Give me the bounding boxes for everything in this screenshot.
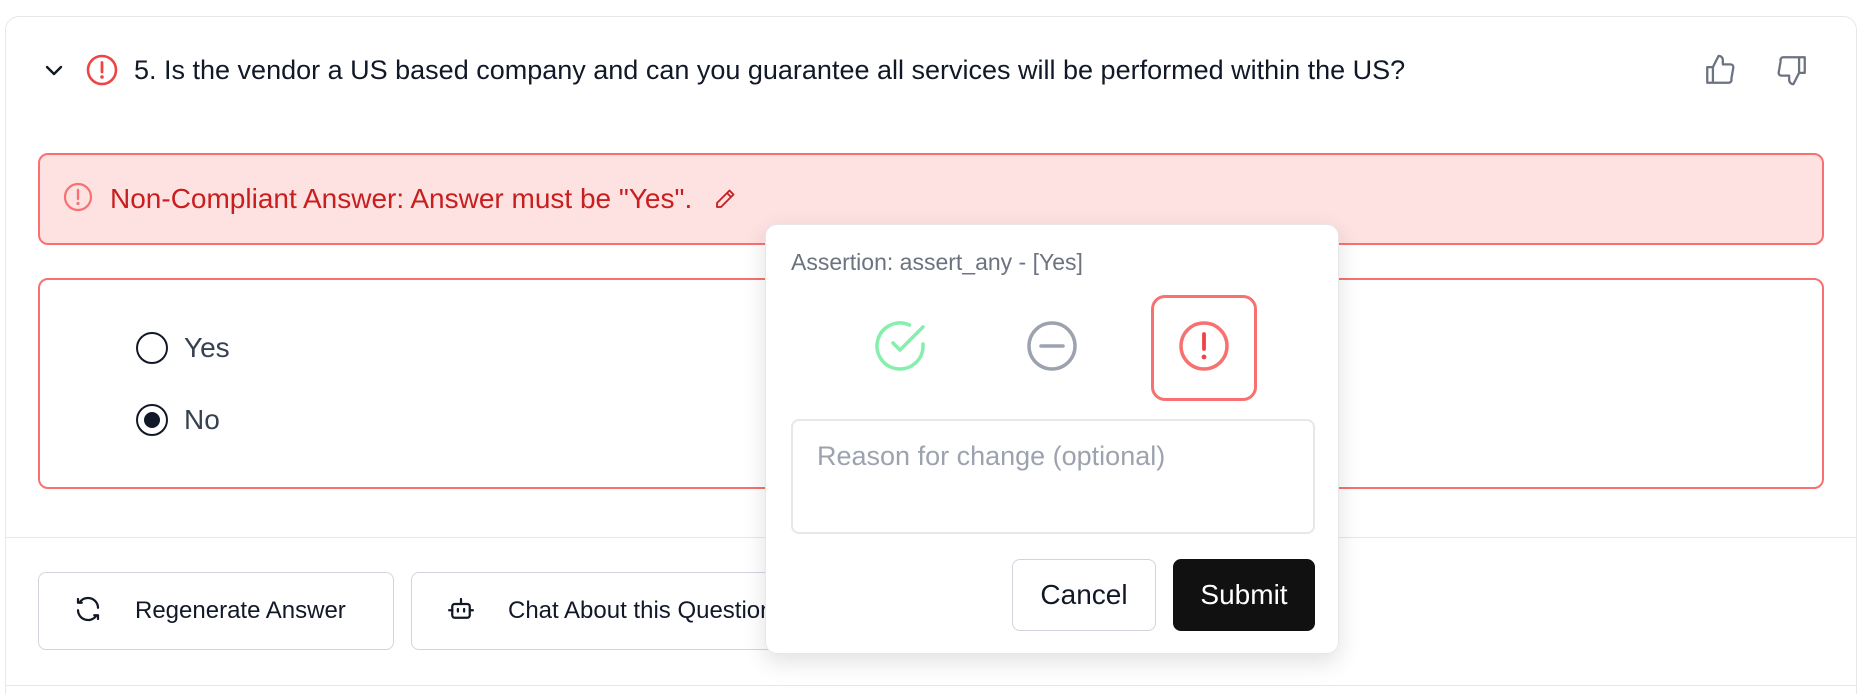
bot-icon [446, 594, 476, 629]
option-yes[interactable]: Yes [136, 332, 230, 364]
assertion-override-popover: Assertion: assert_any - [Yes] Cancel Sub… [765, 224, 1339, 654]
cancel-button[interactable]: Cancel [1012, 559, 1156, 631]
regenerate-label: Regenerate Answer [135, 597, 346, 624]
option-label: No [184, 404, 220, 435]
option-no[interactable]: No [136, 404, 220, 436]
alert-circle-icon [84, 52, 120, 88]
status-fail-option[interactable] [1151, 295, 1257, 401]
divider [5, 685, 1857, 686]
radio-no[interactable] [136, 404, 168, 436]
status-pass-option[interactable] [847, 295, 953, 401]
minus-circle-icon [1023, 317, 1081, 380]
submit-button[interactable]: Submit [1173, 559, 1315, 631]
reason-input[interactable] [791, 419, 1315, 534]
thumbs-down-icon[interactable] [1770, 48, 1814, 92]
refresh-icon [73, 594, 103, 629]
question-title: 5. Is the vendor a US based company and … [134, 54, 1406, 85]
regenerate-answer-button[interactable]: Regenerate Answer [38, 572, 394, 650]
assertion-label: Assertion: assert_any - [Yes] [791, 249, 1083, 275]
chevron-down-icon[interactable] [36, 52, 72, 88]
pencil-icon[interactable] [710, 184, 740, 214]
radio-yes[interactable] [136, 332, 168, 364]
option-label: Yes [184, 332, 230, 363]
question-header: 5. Is the vendor a US based company and … [36, 48, 1405, 92]
thumbs-up-icon[interactable] [1698, 48, 1742, 92]
alert-circle-icon [1175, 317, 1233, 380]
status-neutral-option[interactable] [999, 295, 1105, 401]
page: 5. Is the vendor a US based company and … [0, 0, 1874, 694]
chat-label: Chat About this Question [508, 597, 774, 624]
check-circle-icon [871, 317, 929, 380]
alert-circle-icon [62, 181, 94, 218]
banner-message: Non-Compliant Answer: Answer must be "Ye… [110, 183, 693, 214]
